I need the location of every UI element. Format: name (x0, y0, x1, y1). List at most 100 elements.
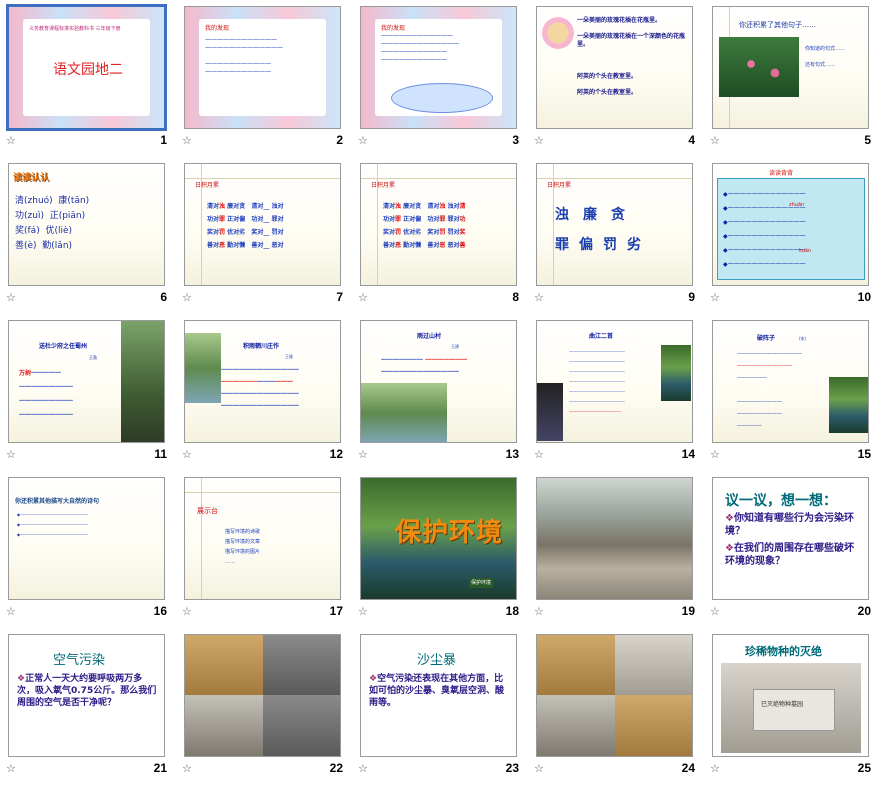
slide-preview (184, 634, 341, 757)
slide-number: 21 (153, 761, 167, 775)
star-icon[interactable]: ☆ (358, 449, 370, 461)
star-icon[interactable]: ☆ (534, 135, 546, 147)
slide-thumbnail-23[interactable]: 沙尘暴 ❖空气污染还表现在其他方面，比如可怕的沙尘暴、臭氧层空洞、酸雨等。 ☆ … (352, 628, 529, 785)
slide-preview: 送杜少府之任蜀州 王勃 万树一一一一一 一一一一一一一一一 一一一一一一一一一 … (8, 320, 165, 443)
star-icon[interactable]: ☆ (534, 292, 546, 304)
star-icon[interactable]: ☆ (6, 135, 18, 147)
chimney-photo (263, 695, 340, 756)
slide-preview: 破阵子 (宋) 一一一一一一一一一一一一一 一一一一一一一一一一一 一一一一一一… (712, 320, 869, 443)
slide-thumbnail-9[interactable]: 日积月累 浊廉贪 罪偏罚劣 ☆ 9 (528, 157, 705, 314)
slide-preview (536, 634, 693, 757)
star-icon[interactable]: ☆ (6, 449, 18, 461)
slide-number: 17 (329, 604, 343, 618)
slide-heading: 读读认认 (13, 173, 50, 183)
star-icon[interactable]: ☆ (534, 449, 546, 461)
star-icon[interactable]: ☆ (358, 606, 370, 618)
slide-thumbnail-20[interactable]: 议一议，想一想： ❖你知道有哪些行为会污染环境？ ❖在我们的周围存在哪些破坏环境… (704, 471, 881, 628)
slide-preview: 你还积累了其他句子…… 你知道的句式…… 还有句式…… (712, 6, 869, 129)
desert-photo (615, 695, 692, 756)
slide-thumbnail-10[interactable]: 读读背背 zhuān kuān ◆一一一一一一一一一一一一一 ◆一一一一一一一一… (704, 157, 881, 314)
burning-field-photo (185, 635, 263, 695)
slide-number: 10 (857, 290, 871, 304)
slide-title: 珍稀物种的灭绝 (745, 645, 822, 658)
slide-preview: 我的发现 一一一一一一一一一一一一 一一一一一一一一一一一一一 一一一一一一一一… (184, 6, 341, 129)
slide-preview: 日积月累 清对浊 廉对贪 清对__ 浊对 功对罪 正对偏 功对__ 罪对 奖对罚… (184, 163, 341, 286)
star-icon[interactable]: ☆ (182, 606, 194, 618)
slide-number: 2 (336, 133, 343, 147)
slide-number: 1 (160, 133, 167, 147)
slide-preview: 日积月累 浊廉贪 罪偏罚劣 (536, 163, 693, 286)
slide-heading: 日积月累 (371, 182, 396, 189)
speech-bubble (391, 83, 493, 113)
star-icon[interactable]: ☆ (6, 763, 18, 775)
slide-heading: 破阵子 (757, 335, 776, 342)
slide-heading: 我的发现 (205, 25, 230, 32)
star-icon[interactable]: ☆ (710, 292, 722, 304)
slide-thumbnail-13[interactable]: 雨过山村 王建 一一一一一一一 一一一一一一一 一一一一一一一一一一一一一 ☆ … (352, 314, 529, 471)
star-icon[interactable]: ☆ (182, 763, 194, 775)
star-icon[interactable]: ☆ (710, 763, 722, 775)
slide-number: 24 (681, 761, 695, 775)
slide-thumbnail-8[interactable]: 日积月累 清对浊 廉对贪 清对浊 浊对清 功对罪 正对偏 功对罪 罪对功 奖对罚… (352, 157, 529, 314)
slide-thumbnail-18[interactable]: 保护环境 保护环境 ☆ 18 (352, 471, 529, 628)
slide-title: 语文园地二 (53, 62, 123, 78)
slide-preview (536, 477, 693, 600)
slide-number: 13 (505, 447, 519, 461)
slide-heading: 读读背背 (769, 170, 794, 177)
star-icon[interactable]: ☆ (182, 292, 194, 304)
slide-preview: 雨过山村 王建 一一一一一一一 一一一一一一一 一一一一一一一一一一一一一 (360, 320, 517, 443)
slide-thumbnail-5[interactable]: 你还积累了其他句子…… 你知道的句式…… 还有句式…… ☆ 5 (704, 0, 881, 157)
slide-thumbnail-4[interactable]: 一朵美丽的玫瑰花插在花瓶里。 一朵美丽的玫瑰花插在一个深颜色的花瓶里。 阿英的个… (528, 0, 705, 157)
slide-thumbnail-3[interactable]: 我的发现 一一一一一一一一一一一一 一一一一一一一一一一一一一 一一一一一一一一… (352, 0, 529, 157)
slide-thumbnail-19[interactable]: ☆ 19 (528, 471, 705, 628)
slide-preview: 沙尘暴 ❖空气污染还表现在其他方面，比如可怕的沙尘暴、臭氧层空洞、酸雨等。 (360, 634, 517, 757)
slide-preview: 保护环境 保护环境 (360, 477, 517, 600)
slide-line: 一朵美丽的玫瑰花插在花瓶里。 (577, 17, 662, 24)
star-icon[interactable]: ☆ (534, 606, 546, 618)
slide-preview: 展示台 描写环境的诗歌 描写环境的文章 描写环境的图片 …… (184, 477, 341, 600)
star-icon[interactable]: ☆ (6, 606, 18, 618)
stream-photo (361, 383, 447, 442)
landscape-photo (185, 333, 221, 403)
slide-thumbnail-15[interactable]: 破阵子 (宋) 一一一一一一一一一一一一一 一一一一一一一一一一一 一一一一一一… (704, 314, 881, 471)
star-icon[interactable]: ☆ (182, 449, 194, 461)
slide-thumbnail-1[interactable]: 义务教育课程标准实验教科书 三年级下册 语文园地二 ☆ 1 (0, 0, 177, 157)
slide-preview: 读读背背 zhuān kuān ◆一一一一一一一一一一一一一 ◆一一一一一一一一… (712, 163, 869, 286)
slide-thumbnail-6[interactable]: 读读认认 清(zhuó) 康(tān) 功(zuì) 正(piān) 奖(fá)… (0, 157, 177, 314)
butterfly-photo (537, 383, 563, 441)
star-icon[interactable]: ☆ (534, 763, 546, 775)
slide-line: 还有句式…… (805, 62, 836, 68)
slide-thumbnail-22[interactable]: ☆ 22 (176, 628, 353, 785)
slide-number: 20 (857, 604, 871, 618)
star-icon[interactable]: ☆ (6, 292, 18, 304)
star-icon[interactable]: ☆ (358, 763, 370, 775)
haze-photo (263, 635, 340, 695)
slide-heading: 雨过山村 (417, 333, 442, 340)
slide-thumbnail-24[interactable]: ☆ 24 (528, 628, 705, 785)
slide-thumbnail-17[interactable]: 展示台 描写环境的诗歌 描写环境的文章 描写环境的图片 …… ☆ 17 (176, 471, 353, 628)
masked-people-photo (615, 635, 692, 695)
slide-subtitle: 义务教育课程标准实验教科书 三年级下册 (29, 26, 121, 32)
slide-number: 15 (857, 447, 871, 461)
slide-preview: 我的发现 一一一一一一一一一一一一 一一一一一一一一一一一一一 一一一一一一一一… (360, 6, 517, 129)
star-icon[interactable]: ☆ (358, 135, 370, 147)
star-icon[interactable]: ☆ (710, 135, 722, 147)
star-icon[interactable]: ☆ (710, 606, 722, 618)
slide-line: 阿英的个头在教室里。 (577, 73, 638, 80)
slide-thumbnail-12[interactable]: 积雨辋川庄作 王维 一一一一一一一一一一一一一 一一一一一一一一一一一一 一一一… (176, 314, 353, 471)
star-icon[interactable]: ☆ (358, 292, 370, 304)
waterfall-photo (829, 377, 868, 433)
slide-thumbnail-14[interactable]: 曲江二首 一一一一一一一一一一一一一一 一一一一一一一一一一一一一一 一一一一一… (528, 314, 705, 471)
slide-thumbnail-16[interactable]: 你还积累其他描写大自然的诗句 ◆一一一一一一一一一一一一一一一一一 ◆一一一一一… (0, 471, 177, 628)
slide-number: 16 (153, 604, 167, 618)
slide-thumbnail-7[interactable]: 日积月累 清对浊 廉对贪 清对__ 浊对 功对罪 正对偏 功对__ 罪对 奖对罚… (176, 157, 353, 314)
slide-thumbnail-25[interactable]: 珍稀物种的灭绝 已灭绝物种墓园 ☆ 25 (704, 628, 881, 785)
slide-heading: 你还积累其他描写大自然的诗句 (15, 498, 100, 505)
slide-thumbnail-11[interactable]: 送杜少府之任蜀州 王勃 万树一一一一一 一一一一一一一一一 一一一一一一一一一 … (0, 314, 177, 471)
star-icon[interactable]: ☆ (182, 135, 194, 147)
slide-preview: 曲江二首 一一一一一一一一一一一一一一 一一一一一一一一一一一一一一 一一一一一… (536, 320, 693, 443)
lotus-photo (719, 37, 799, 97)
star-icon[interactable]: ☆ (710, 449, 722, 461)
slide-thumbnail-21[interactable]: 空气污染 ❖正常人一天大约要呼吸两万多次，吸入氧气0.75公斤。那么我们周围的空… (0, 628, 177, 785)
slide-thumbnail-2[interactable]: 我的发现 一一一一一一一一一一一一 一一一一一一一一一一一一一 一一一一一一一一… (176, 0, 353, 157)
